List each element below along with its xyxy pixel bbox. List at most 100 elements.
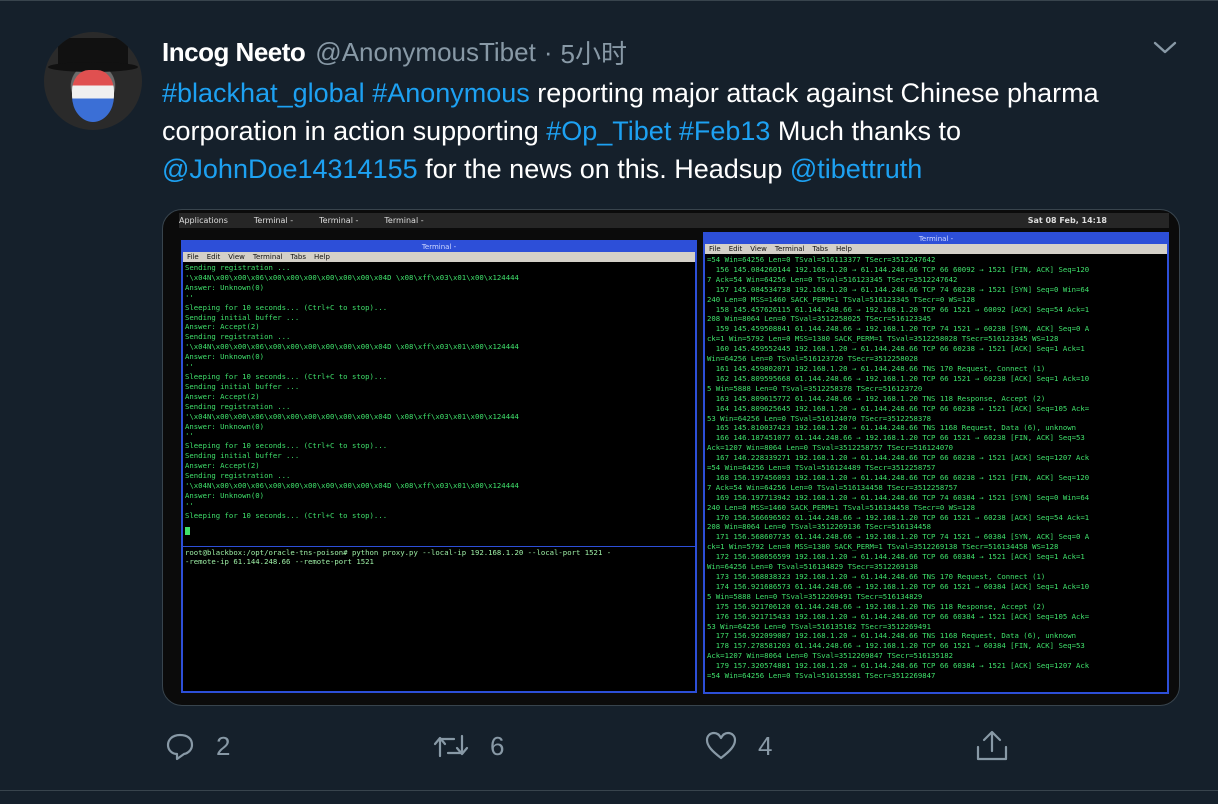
timestamp[interactable]: 5小时: [561, 34, 627, 71]
terminal-line: 7 Ack=54 Win=64256 Len=0 TSval=516123345…: [707, 274, 958, 284]
user-handle[interactable]: @AnonymousTibet: [315, 37, 536, 68]
terminal-line: Sleeping for 10 seconds... (Ctrl+C to st…: [185, 371, 388, 381]
taskbar-tab: Terminal -: [319, 216, 359, 225]
terminal-line: '\x04N\x00\x00\x06\x00\x00\x00\x00\x00\x…: [185, 342, 519, 352]
desktop-clock: Sat 08 Feb, 14:18: [1027, 216, 1107, 225]
terminal-line: 178 157.278581203 61.144.248.66 → 192.16…: [707, 641, 1085, 651]
terminal-output: =54 Win=64256 Len=0 TSval=516113377 TSec…: [705, 254, 1167, 682]
hashtag-link[interactable]: #Feb13: [679, 116, 771, 146]
reply-count: 2: [216, 730, 231, 761]
terminal-line: 174 156.921686573 61.144.248.66 → 192.16…: [707, 581, 1090, 591]
window-title: Terminal -: [705, 234, 1167, 244]
terminal-menu-item[interactable]: Tabs: [813, 245, 829, 253]
terminal-menubar: File Edit View Terminal Tabs Help: [705, 244, 1167, 254]
tweet-media-image[interactable]: Applications Terminal - Terminal - Termi…: [162, 209, 1180, 706]
bottom-divider: [0, 790, 1218, 791]
terminal-line: =54 Win=64256 Len=0 TSval=516124489 TSec…: [707, 463, 936, 473]
terminal-menu-item[interactable]: Terminal: [253, 253, 283, 261]
top-divider: [0, 0, 1218, 1]
terminal-line: Win=64256 Len=0 TSval=516123720 TSecr=35…: [707, 354, 918, 364]
taskbar-tab: Terminal -: [253, 216, 294, 225]
chevron-down-icon[interactable]: [1152, 38, 1178, 58]
retweet-count: 6: [490, 730, 505, 761]
terminal-line: 166 146.187451077 61.144.248.66 → 192.16…: [707, 433, 1085, 443]
terminal-line: 160 145.459552445 192.168.1.20 → 61.144.…: [707, 344, 1085, 354]
terminal-line: 240 Len=0 MSS=1460 SACK_PERM=1 TSval=516…: [707, 294, 975, 304]
terminal-menu-item[interactable]: View: [750, 245, 767, 253]
terminal-window-left: Terminal - File Edit View Terminal Tabs Help …: [181, 240, 697, 693]
separator-dot: ·: [543, 36, 553, 67]
terminal-menu-item[interactable]: File: [709, 245, 721, 253]
like-button[interactable]: 4: [704, 728, 772, 764]
terminal-line: '': [185, 431, 194, 441]
terminal-line: Sending initial buffer ...: [185, 451, 300, 461]
terminal-line: 176 156.921715433 192.168.1.20 → 61.144.…: [707, 611, 1090, 621]
terminal-line: '': [185, 500, 194, 510]
share-icon: [976, 730, 1008, 761]
terminal-line: 168 156.197456093 192.168.1.20 → 61.144.…: [707, 472, 1090, 482]
terminal-line: Sleeping for 10 seconds... (Ctrl+C to st…: [185, 441, 388, 451]
terminal-line: 161 145.459802071 192.168.1.20 → 61.144.…: [707, 363, 1046, 373]
window-title: Terminal -: [183, 242, 695, 252]
terminal-line: '': [185, 292, 194, 302]
terminal-menu-item[interactable]: Help: [836, 245, 852, 253]
hashtag-link[interactable]: #blackhat_global: [162, 78, 365, 108]
terminal-line: Answer: Unknown(0): [185, 352, 265, 362]
terminal-line: =54 Win=64256 Len=0 TSval=516113377 TSec…: [707, 255, 936, 264]
terminal-line: 170 156.566696502 61.144.248.66 → 192.16…: [707, 512, 1090, 522]
terminal-line: 175 156.921706120 61.144.248.66 → 192.16…: [707, 601, 1046, 611]
heart-icon: [705, 731, 737, 760]
hashtag-link[interactable]: #Anonymous: [372, 78, 530, 108]
reply-button[interactable]: 2: [164, 728, 230, 764]
mention-link[interactable]: @tibettruth: [790, 154, 922, 184]
terminal-menu-item[interactable]: Edit: [207, 253, 221, 261]
terminal-menu-item[interactable]: Edit: [729, 245, 743, 253]
terminal-line: 165 145.810037423 192.168.1.20 → 61.144.…: [707, 423, 1077, 433]
terminal-line: 162 145.809595668 61.144.248.66 → 192.16…: [707, 373, 1090, 383]
terminal-menu-item[interactable]: Terminal: [775, 245, 805, 253]
terminal-line: 172 156.568656599 192.168.1.20 → 61.144.…: [707, 552, 1085, 562]
terminal-line: '\x04N\x00\x00\x06\x00\x00\x00\x00\x00\x…: [185, 411, 519, 421]
terminal-menu-item[interactable]: Tabs: [291, 253, 307, 261]
terminal-window-right: Terminal - File Edit View Terminal Tabs Help …: [703, 232, 1169, 694]
terminal-line: Answer: Accept(2): [185, 461, 260, 471]
retweet-button[interactable]: 6: [432, 728, 504, 764]
terminal-output: Sending registration ... '\x04N\x00\x00\x…: [183, 262, 695, 522]
terminal-line: '\x04N\x00\x00\x06\x00\x00\x00\x00\x00\x…: [185, 272, 519, 282]
terminal-line: Sending registration ...: [185, 263, 291, 272]
taskbar-tab: Terminal -: [384, 216, 424, 225]
display-name[interactable]: Incog Neeto: [162, 37, 306, 68]
share-button[interactable]: [974, 728, 1030, 764]
terminal-line: Sleeping for 10 seconds... (Ctrl+C to st…: [185, 302, 388, 312]
terminal-line: Answer: Unknown(0): [185, 421, 265, 431]
terminal-line: 208 Win=8064 Len=0 TSval=3512269136 TSec…: [707, 522, 932, 532]
mention-link[interactable]: @JohnDoe14314155: [162, 154, 418, 184]
hashtag-link[interactable]: #Op_Tibet: [546, 116, 671, 146]
terminal-line: 163 145.809615772 61.144.248.66 → 192.16…: [707, 393, 1046, 403]
terminal-line: 173 156.568838323 192.168.1.20 → 61.144.…: [707, 572, 1046, 581]
terminal-line: Answer: Unknown(0): [185, 282, 265, 292]
terminal-line: Answer: Unknown(0): [185, 490, 265, 500]
terminal-menu-item[interactable]: Help: [314, 253, 330, 261]
terminal-line: 5 Win=5888 Len=0 TSval=3512258378 TSecr=…: [707, 383, 923, 393]
terminal-menubar: File Edit View Terminal Tabs Help: [183, 252, 695, 262]
avatar[interactable]: [44, 32, 142, 130]
terminal-line: 167 146.228339271 192.168.1.20 → 61.144.…: [707, 453, 1090, 463]
terminal-line: Ack=1207 Win=8064 Len=0 TSval=3512269847…: [707, 651, 954, 661]
terminal-line: ck=1 Win=5792 Len=0 MSS=1380 SACK_PERM=1…: [707, 334, 1059, 344]
cursor-block: [183, 522, 695, 540]
terminal-line: ck=1 Win=5792 Len=0 MSS=1380 SACK_PERM=1…: [707, 542, 1059, 552]
terminal-line: 208 Win=8064 Len=0 TSval=3512258025 TSec…: [707, 314, 932, 324]
retweet-icon: [433, 734, 469, 758]
terminal-line: 159 145.459508841 61.144.248.66 → 192.16…: [707, 324, 1090, 334]
terminal-line: 179 157.320574881 192.168.1.20 → 61.144.…: [707, 661, 1090, 671]
tweet-text-segment: Much thanks to: [770, 116, 962, 146]
terminal-line: '\x04N\x00\x00\x06\x00\x00\x00\x00\x00\x…: [185, 480, 519, 490]
terminal-menu-item[interactable]: File: [187, 253, 199, 261]
terminal-line: 171 156.568607735 61.144.248.66 → 192.16…: [707, 532, 1090, 542]
tweet-text-segment: for the news on this. Headsup: [417, 154, 790, 184]
applications-menu: Applications: [179, 216, 228, 225]
terminal-line: Sending registration ...: [185, 332, 291, 342]
reply-icon: [166, 733, 194, 761]
terminal-menu-item[interactable]: View: [228, 253, 245, 261]
